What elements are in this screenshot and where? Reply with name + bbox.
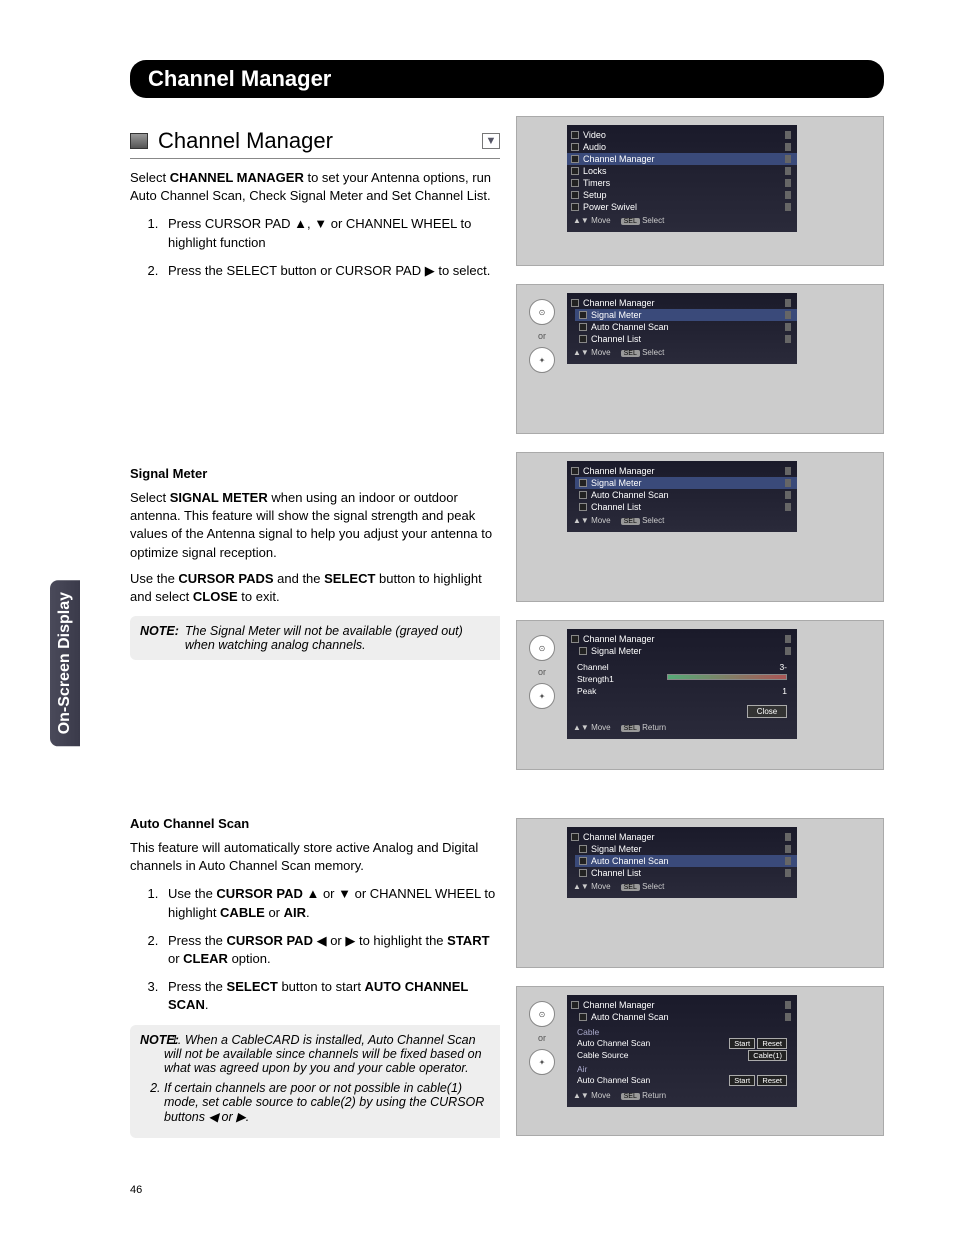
- auto-steps: Use the CURSOR PAD ▲ or ▼ or CHANNEL WHE…: [162, 885, 500, 1014]
- step: Press the SELECT button or CURSOR PAD ▶ …: [162, 262, 500, 280]
- step: Press CURSOR PAD ▲, ▼ or CHANNEL WHEEL t…: [162, 215, 500, 251]
- screenshot-signal-meter: ⊙ or ✦ Channel Manager Signal Meter Chan…: [516, 620, 884, 770]
- section-header: Channel Manager ▼: [130, 128, 500, 159]
- page-number: 46: [130, 1184, 884, 1196]
- screenshot-signal-menu: Channel Manager Signal Meter Auto Channe…: [516, 452, 884, 602]
- side-tab: On-Screen Display: [50, 580, 80, 746]
- auto-scan-heading: Auto Channel Scan: [130, 816, 500, 831]
- dropdown-arrow-icon: ▼: [482, 133, 500, 149]
- right-column: Video Audio Channel Manager Locks Timers…: [516, 116, 884, 1154]
- signal-note: NOTE: The Signal Meter will not be avail…: [130, 616, 500, 660]
- button-icon: ⊙: [529, 1001, 555, 1027]
- left-column: Channel Manager ▼ Select CHANNEL MANAGER…: [130, 116, 500, 1154]
- screenshot-main-menu: Video Audio Channel Manager Locks Timers…: [516, 116, 884, 266]
- screenshot-cm-menu: ⊙ or ✦ Channel Manager Signal Meter Auto…: [516, 284, 884, 434]
- auto-p1: This feature will automatically store ac…: [130, 839, 500, 875]
- intro-steps: Press CURSOR PAD ▲, ▼ or CHANNEL WHEEL t…: [162, 215, 500, 280]
- dpad-icon: ✦: [529, 1049, 555, 1075]
- page-title-bar: Channel Manager: [130, 60, 884, 98]
- signal-p1: Select SIGNAL METER when using an indoor…: [130, 489, 500, 562]
- step: Press the SELECT button to start AUTO CH…: [162, 978, 500, 1014]
- screenshot-auto-menu: Channel Manager Signal Meter Auto Channe…: [516, 818, 884, 968]
- close-button: Close: [747, 705, 787, 718]
- square-icon: [130, 133, 148, 149]
- step: Use the CURSOR PAD ▲ or ▼ or CHANNEL WHE…: [162, 885, 500, 921]
- screenshot-auto-scan: ⊙ or ✦ Channel Manager Auto Channel Scan…: [516, 986, 884, 1136]
- button-icon: ⊙: [529, 299, 555, 325]
- signal-meter-heading: Signal Meter: [130, 466, 500, 481]
- dpad-icon: ✦: [529, 683, 555, 709]
- auto-note: NOTE: When a CableCARD is installed, Aut…: [130, 1025, 500, 1138]
- section-title: Channel Manager: [158, 128, 333, 154]
- intro-paragraph: Select CHANNEL MANAGER to set your Anten…: [130, 169, 500, 205]
- signal-p2: Use the CURSOR PADS and the SELECT butto…: [130, 570, 500, 606]
- button-icon: ⊙: [529, 635, 555, 661]
- dpad-icon: ✦: [529, 347, 555, 373]
- step: Press the CURSOR PAD ◀ or ▶ to highlight…: [162, 932, 500, 968]
